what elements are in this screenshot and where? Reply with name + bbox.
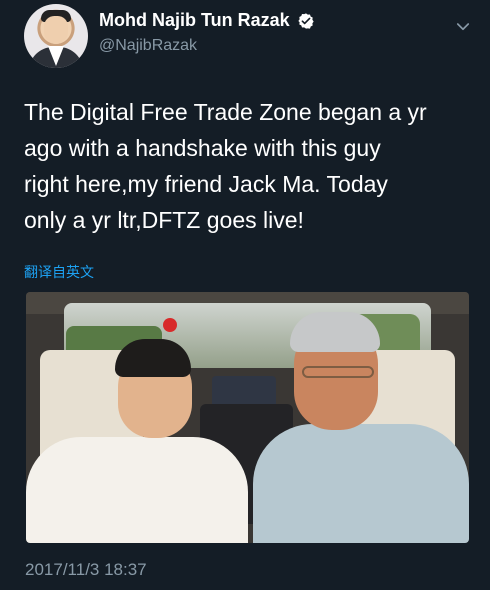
person-right-hair <box>290 312 380 352</box>
tweet-header: Mohd Najib Tun Razak @NajibRazak <box>24 4 474 80</box>
chevron-down-icon[interactable] <box>454 18 472 36</box>
tweet-photo[interactable] <box>26 292 469 543</box>
avatar-face <box>44 16 68 44</box>
tweet-timestamp[interactable]: 2017/11/3 18:37 <box>25 560 147 580</box>
translate-link[interactable]: 翻译自英文 <box>24 262 94 282</box>
author-name-row: Mohd Najib Tun Razak <box>99 10 315 31</box>
road-sign <box>163 318 177 332</box>
person-left-body <box>26 437 248 543</box>
person-right-glasses <box>302 366 374 378</box>
person-left-hair <box>115 339 191 377</box>
profile-avatar[interactable] <box>24 4 88 68</box>
verified-badge-icon <box>298 12 314 29</box>
author-display-name[interactable]: Mohd Najib Tun Razak <box>99 10 290 31</box>
tweet-text: The Digital Free Trade Zone began a yr a… <box>24 99 427 233</box>
author-handle[interactable]: @NajibRazak <box>99 37 197 55</box>
person-right-body <box>253 424 469 543</box>
